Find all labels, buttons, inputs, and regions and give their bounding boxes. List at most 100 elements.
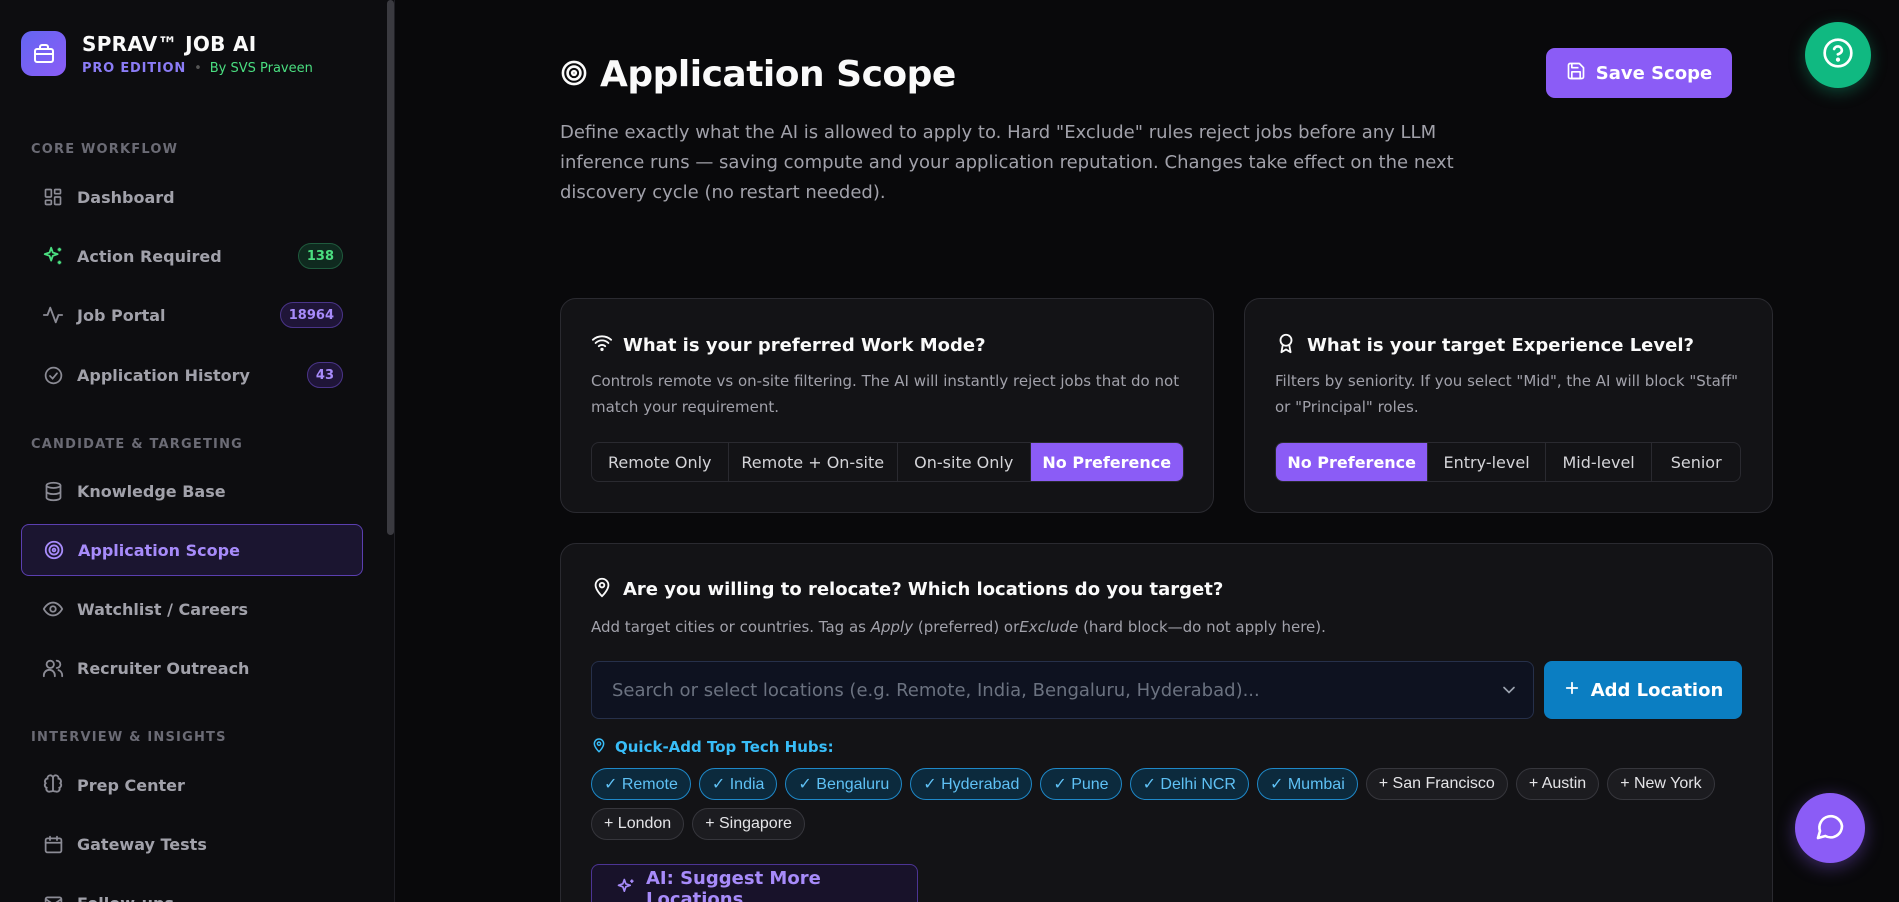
calendar-icon bbox=[42, 833, 64, 855]
help-icon bbox=[1822, 37, 1854, 73]
sidebar-item-gateway-tests[interactable]: Gateway Tests bbox=[21, 818, 363, 870]
experience-entry-level[interactable]: Entry-level bbox=[1428, 443, 1546, 481]
location-search-input[interactable] bbox=[612, 679, 1472, 701]
hub-chip-san-francisco[interactable]: + San Francisco bbox=[1365, 768, 1508, 800]
sidebar-item-job-portal[interactable]: Job Portal 18964 bbox=[21, 289, 363, 341]
hub-chip-london[interactable]: + London bbox=[591, 808, 685, 840]
sidebar-item-knowledge-base[interactable]: Knowledge Base bbox=[21, 465, 363, 517]
briefcase-icon bbox=[21, 31, 66, 76]
hub-chip-mumbai[interactable]: ✓ Mumbai bbox=[1256, 768, 1358, 800]
app-root: SPRAV™ JOB AI PRO EDITION • By SVS Prave… bbox=[0, 0, 1899, 902]
sidebar-item-label: Action Required bbox=[77, 246, 222, 266]
work-mode-card: What is your preferred Work Mode? Contro… bbox=[560, 298, 1214, 513]
database-icon bbox=[42, 480, 64, 502]
map-pin-icon bbox=[591, 576, 613, 603]
work-mode-heading: What is your preferred Work Mode? bbox=[591, 332, 986, 359]
sidebar-item-label: Prep Center bbox=[77, 775, 185, 795]
locations-description: Add target cities or countries. Tag as A… bbox=[591, 614, 1326, 640]
suggest-locations-button[interactable]: AI: Suggest More Locations bbox=[591, 864, 918, 902]
hub-chip-india[interactable]: ✓ India bbox=[698, 768, 778, 800]
sidebar-item-application-history[interactable]: Application History 43 bbox=[21, 349, 363, 401]
section-interview-insights: INTERVIEW & INSIGHTS bbox=[31, 730, 227, 745]
save-label: Save Scope bbox=[1595, 62, 1713, 84]
target-icon bbox=[43, 539, 65, 561]
hub-chip-new-york[interactable]: + New York bbox=[1607, 768, 1715, 800]
sidebar-item-recruiter-outreach[interactable]: Recruiter Outreach bbox=[21, 642, 363, 694]
experience-senior[interactable]: Senior bbox=[1652, 443, 1740, 481]
sidebar-item-label: Gateway Tests bbox=[77, 834, 207, 854]
work-mode-remote-only[interactable]: Remote Only bbox=[592, 443, 729, 481]
experience-selector: No Preference Entry-level Mid-level Seni… bbox=[1275, 442, 1741, 482]
dashboard-icon bbox=[42, 186, 64, 208]
page-title: Application Scope bbox=[560, 54, 956, 95]
sidebar-scrollbar[interactable] bbox=[387, 0, 394, 535]
brand[interactable]: SPRAV™ JOB AI PRO EDITION • By SVS Prave… bbox=[21, 31, 313, 76]
chevron-down-icon[interactable] bbox=[1499, 680, 1519, 704]
sidebar-item-label: Recruiter Outreach bbox=[77, 658, 250, 678]
mail-icon bbox=[42, 892, 64, 902]
sidebar-item-action-required[interactable]: Action Required 138 bbox=[21, 230, 363, 282]
work-mode-description: Controls remote vs on-site filtering. Th… bbox=[591, 372, 1180, 416]
page-heading: Application Scope bbox=[600, 54, 956, 95]
chat-button[interactable] bbox=[1795, 793, 1865, 863]
activity-icon bbox=[42, 304, 64, 326]
job-portal-badge: 18964 bbox=[279, 302, 343, 328]
help-button[interactable] bbox=[1805, 22, 1871, 88]
location-search[interactable] bbox=[591, 661, 1534, 719]
hub-chip-pune[interactable]: ✓ Pune bbox=[1040, 768, 1122, 800]
sidebar-item-dashboard[interactable]: Dashboard bbox=[21, 171, 363, 223]
quick-add-text: Quick-Add Top Tech Hubs: bbox=[615, 738, 834, 756]
hub-chip-delhi-ncr[interactable]: ✓ Delhi NCR bbox=[1129, 768, 1249, 800]
desc-text: Add target cities or countries. Tag as bbox=[591, 618, 871, 636]
work-mode-onsite-only[interactable]: On-site Only bbox=[898, 443, 1031, 481]
add-location-label: Add Location bbox=[1590, 679, 1724, 701]
author-label: By SVS Praveen bbox=[209, 60, 313, 76]
hub-chip-hyderabad[interactable]: ✓ Hyderabad bbox=[910, 768, 1033, 800]
experience-mid-level[interactable]: Mid-level bbox=[1546, 443, 1653, 481]
save-icon bbox=[1566, 61, 1586, 86]
desc-apply: Apply bbox=[870, 618, 914, 636]
sparkles-icon bbox=[42, 245, 64, 267]
quick-add-label: Quick-Add Top Tech Hubs: bbox=[591, 737, 834, 757]
sidebar: SPRAV™ JOB AI PRO EDITION • By SVS Prave… bbox=[0, 0, 395, 902]
brand-title: SPRAV™ JOB AI bbox=[82, 31, 257, 56]
work-mode-no-preference[interactable]: No Preference bbox=[1030, 443, 1183, 481]
sidebar-item-label: Application History bbox=[77, 365, 250, 385]
work-mode-selector: Remote Only Remote + On-site On-site Onl… bbox=[591, 442, 1184, 482]
hub-chip-bengaluru[interactable]: ✓ Bengaluru bbox=[785, 768, 903, 800]
application-history-badge: 43 bbox=[306, 362, 343, 388]
award-icon bbox=[1275, 332, 1297, 359]
target-icon bbox=[560, 59, 588, 91]
hub-chip-austin[interactable]: + Austin bbox=[1515, 768, 1600, 800]
experience-no-preference[interactable]: No Preference bbox=[1276, 443, 1429, 481]
eye-icon bbox=[42, 598, 64, 620]
section-core-workflow: CORE WORKFLOW bbox=[31, 142, 179, 157]
chat-icon bbox=[1814, 810, 1846, 846]
sparkles-icon bbox=[616, 877, 636, 902]
desc-exclude: Exclude bbox=[1019, 618, 1079, 636]
sidebar-item-watchlist[interactable]: Watchlist / Careers bbox=[21, 583, 363, 635]
sidebar-item-label: Follow-ups bbox=[77, 894, 174, 902]
locations-title: Are you willing to relocate? Which locat… bbox=[623, 579, 1224, 600]
sidebar-item-application-scope[interactable]: Application Scope bbox=[21, 524, 363, 576]
save-scope-button[interactable]: Save Scope bbox=[1546, 48, 1732, 98]
hub-chip-singapore[interactable]: + Singapore bbox=[692, 808, 805, 840]
experience-card: What is your target Experience Level? Fi… bbox=[1244, 298, 1773, 513]
action-required-badge: 138 bbox=[297, 243, 343, 269]
suggest-label: AI: Suggest More Locations bbox=[646, 868, 821, 902]
sidebar-item-follow-ups[interactable]: Follow-ups bbox=[21, 877, 363, 902]
hub-chips: ✓ Remote ✓ India ✓ Bengaluru ✓ Hyderabad… bbox=[591, 768, 1751, 840]
work-mode-remote-onsite[interactable]: Remote + On-site bbox=[729, 443, 898, 481]
experience-heading: What is your target Experience Level? bbox=[1275, 332, 1694, 359]
sidebar-item-label: Watchlist / Careers bbox=[77, 599, 249, 619]
plus-icon bbox=[1563, 679, 1581, 702]
sidebar-item-prep-center[interactable]: Prep Center bbox=[21, 759, 363, 811]
desc-text: (hard block—do not apply here). bbox=[1078, 618, 1326, 636]
sidebar-item-label: Knowledge Base bbox=[77, 481, 226, 501]
experience-description: Filters by seniority. If you select "Mid… bbox=[1275, 372, 1739, 416]
edition-label: PRO EDITION bbox=[82, 60, 187, 76]
add-location-button[interactable]: Add Location bbox=[1544, 661, 1742, 719]
hub-chip-remote[interactable]: ✓ Remote bbox=[591, 768, 691, 800]
check-circle-icon bbox=[42, 364, 64, 386]
desc-text: (preferred) or bbox=[913, 618, 1020, 636]
